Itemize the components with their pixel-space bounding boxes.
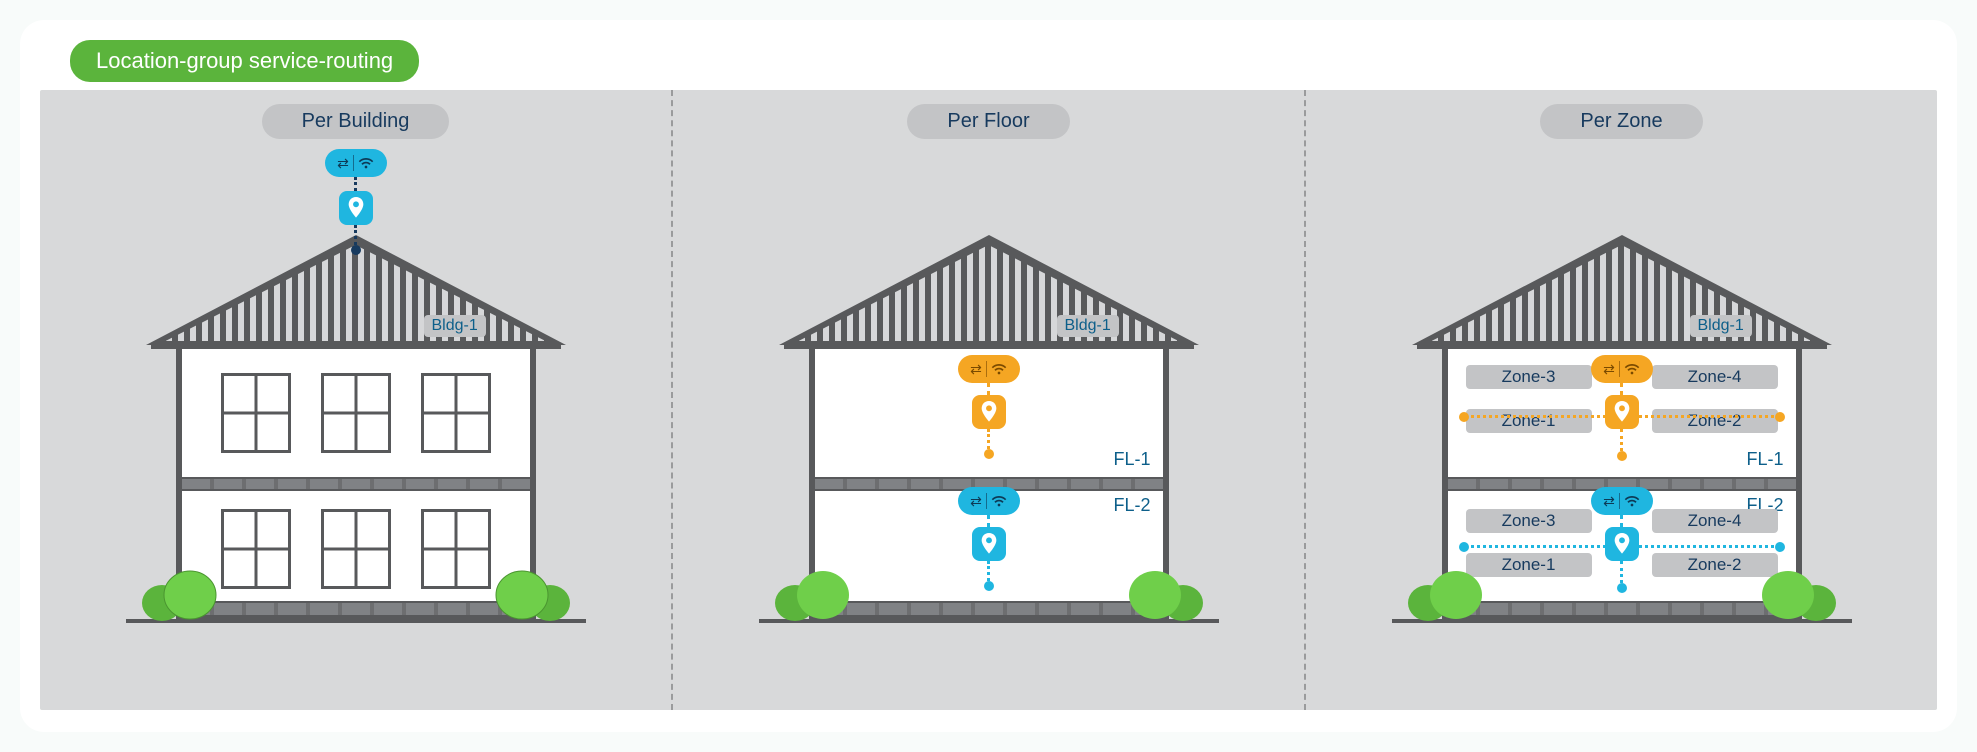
building-graphic: Bldg-1 FL-1 FL-2 Zone-3 Zone-4 Zone-1 Zo…: [1362, 145, 1882, 655]
zone-label: Zone-1: [1466, 409, 1592, 433]
panel-title-floor: Per Floor: [907, 104, 1069, 139]
node-zone-2: ⇄: [1591, 487, 1653, 593]
zone-label: Zone-3: [1466, 509, 1592, 533]
window-icon: [321, 509, 391, 589]
bush-icon: [492, 561, 572, 621]
bush-icon: [140, 561, 220, 621]
building-label: Bldg-1: [424, 315, 486, 337]
window-icon: [221, 509, 291, 589]
window-icon: [421, 373, 491, 453]
bush-icon: [1125, 561, 1205, 621]
wifi-badge-icon: ⇄: [325, 149, 387, 177]
window-icon: [321, 373, 391, 453]
foundation: [182, 601, 530, 619]
zone-label: Zone-4: [1652, 509, 1778, 533]
wifi-badge-icon: ⇄: [958, 487, 1020, 515]
node-floor-1: ⇄: [958, 355, 1020, 459]
window-icon: [421, 509, 491, 589]
node-building: ⇄: [325, 149, 387, 255]
panel-per-floor: Per Floor Bldg-1 FL-1 FL-2 ⇄: [673, 90, 1306, 710]
location-pin-icon: [1605, 527, 1639, 561]
panel-title-building: Per Building: [262, 104, 450, 139]
node-zone-1: ⇄: [1591, 355, 1653, 461]
bush-icon: [1758, 561, 1838, 621]
bush-icon: [1406, 561, 1486, 621]
building-label: Bldg-1: [1057, 315, 1119, 337]
panel-title-zone: Per Zone: [1540, 104, 1702, 139]
location-pin-icon: [339, 191, 373, 225]
building-graphic: ⇄ Bldg-1: [96, 145, 616, 655]
floor-divider: [182, 477, 530, 491]
zone-label: Zone-4: [1652, 365, 1778, 389]
zone-label: Zone-3: [1466, 365, 1592, 389]
building-graphic: Bldg-1 FL-1 FL-2 ⇄: [729, 145, 1249, 655]
panel-per-building: Per Building ⇄: [40, 90, 673, 710]
bush-icon: [773, 561, 853, 621]
window-icon: [221, 373, 291, 453]
foundation: [1448, 601, 1796, 619]
panel-per-zone: Per Zone Bldg-1 FL-1 FL-2 Zone-3 Zone-4: [1306, 90, 1937, 710]
wifi-badge-icon: ⇄: [958, 355, 1020, 383]
diagram-title: Location-group service-routing: [70, 40, 419, 82]
zone-label: Zone-2: [1652, 409, 1778, 433]
panels-row: Per Building ⇄: [40, 90, 1937, 710]
floor-label-1: FL-1: [1746, 449, 1783, 470]
foundation: [815, 601, 1163, 619]
floor-label-1: FL-1: [1113, 449, 1150, 470]
location-pin-icon: [1605, 395, 1639, 429]
location-pin-icon: [972, 395, 1006, 429]
node-floor-2: ⇄: [958, 487, 1020, 591]
building-label: Bldg-1: [1690, 315, 1752, 337]
floor-label-2: FL-2: [1113, 495, 1150, 516]
wifi-badge-icon: ⇄: [1591, 355, 1653, 383]
wifi-badge-icon: ⇄: [1591, 487, 1653, 515]
location-pin-icon: [972, 527, 1006, 561]
building-body: [176, 349, 536, 619]
diagram-container: Location-group service-routing Per Build…: [20, 20, 1957, 732]
